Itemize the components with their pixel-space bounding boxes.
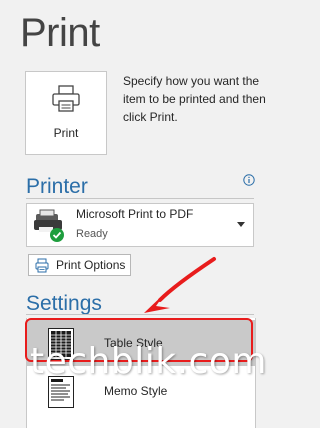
printer-heading: Printer: [26, 175, 88, 198]
page-title: Print: [20, 11, 100, 55]
printer-divider: [26, 198, 254, 199]
printer-icon: [50, 84, 82, 114]
print-options-button[interactable]: Print Options: [28, 254, 131, 276]
info-icon[interactable]: [243, 173, 255, 186]
print-options-icon: [35, 258, 49, 273]
print-button-label: Print: [53, 126, 79, 140]
printer-status: Ready: [76, 228, 108, 240]
printer-ready-icon: [32, 208, 68, 244]
printer-name: Microsoft Print to PDF: [76, 207, 194, 221]
settings-divider: [26, 314, 254, 315]
print-options-label: Print Options: [56, 258, 126, 272]
memo-style-label: Memo Style: [104, 384, 168, 398]
watermark: techblik.com: [30, 341, 267, 382]
print-description: Specify how you want the item to be prin…: [123, 74, 266, 124]
print-button[interactable]: Print: [25, 71, 107, 155]
chevron-down-icon: [237, 222, 245, 227]
printer-dropdown[interactable]: Microsoft Print to PDF Ready: [26, 203, 254, 247]
